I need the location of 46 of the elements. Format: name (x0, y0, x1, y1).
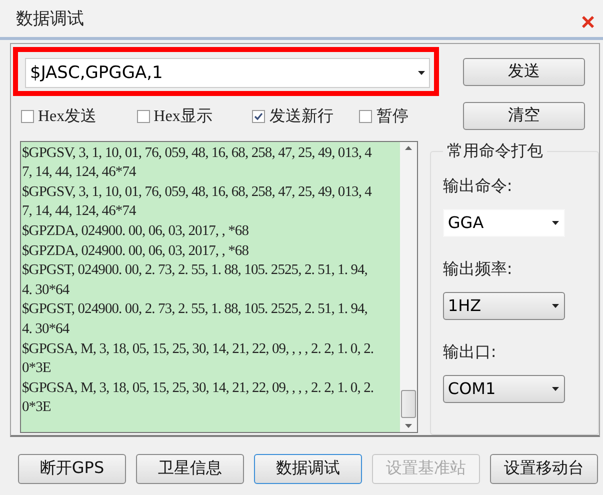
nav-button[interactable]: 断开GPS (18, 454, 126, 484)
field-label: 输出命令: (442, 176, 514, 197)
log-line: $GPGSA, M, 3, 18, 05, 15, 25, 30, 14, 21, 22, 09, , , , 2. 2, 1. 0, 2. (22, 340, 375, 359)
log-line: 0*3E (22, 398, 52, 418)
field-label: 输出频率: (442, 258, 514, 280)
scroll-up-icon[interactable] (404, 146, 412, 150)
nav-button[interactable]: 数据调试 (254, 454, 362, 484)
action-button[interactable]: 清空 (463, 102, 585, 130)
log-line: $GPGST, 024900. 00, 2. 73, 2. 55, 1. 88, 105. 2525, 2. 51, 1. 94, (22, 300, 368, 320)
log-line: 7, 14, 44, 124, 46*74 (22, 163, 137, 182)
nav-button[interactable]: 设置移动台 (490, 454, 598, 484)
option-checkbox[interactable]: Hex显示 (136, 106, 212, 127)
option-checkbox[interactable]: 暂停 (359, 106, 408, 127)
log-line: 0*3E (22, 359, 52, 378)
group-title: 常用命令打包 (446, 140, 544, 162)
log-line: $GPZDA, 024900. 00, 06, 03, 2017, , *68 (22, 242, 250, 261)
log-line: 7, 14, 44, 124, 46*74 (22, 202, 137, 222)
log-line: $GPGST, 024900. 00, 2. 73, 2. 55, 1. 88, 105. 2525, 2. 51, 1. 94, (22, 261, 368, 280)
dropdown-caret-icon (418, 70, 425, 75)
window-title: 数据调试 (16, 8, 84, 30)
dropdown-caret-icon (552, 386, 559, 391)
checkbox[interactable] (252, 110, 266, 123)
checkbox[interactable] (359, 110, 372, 123)
command-combo-field[interactable]: $JASC,GPGGA,1 (25, 58, 430, 88)
close-button[interactable]: × (580, 11, 595, 36)
dropdown[interactable]: COM1 (442, 374, 565, 403)
option-checkbox[interactable]: Hex发送 (21, 106, 97, 127)
log-line: 4. 30*64 (22, 320, 70, 339)
scrollbar[interactable] (400, 142, 417, 432)
log-line: $GPZDA, 024900. 00, 06, 03, 2017, , *68 (22, 222, 250, 241)
scroll-thumb[interactable] (400, 390, 416, 418)
dropdown-caret-icon (552, 220, 559, 225)
action-button[interactable]: 发送 (463, 58, 585, 86)
option-checkbox[interactable]: 发送新行 (252, 106, 334, 127)
nav-button[interactable]: 卫星信息 (136, 454, 244, 484)
log-line: $GPGSV, 3, 1, 10, 01, 76, 059, 48, 16, 68, 258, 47, 25, 49, 013, 4 (22, 182, 373, 202)
log-line: 4. 30*64 (22, 280, 70, 300)
log-line: $GPGSA, M, 3, 18, 05, 15, 25, 30, 14, 21, 22, 09, , , , 2. 2, 1. 0, 2. (22, 378, 375, 398)
dropdown-caret-icon (552, 304, 559, 308)
checkbox[interactable] (21, 110, 34, 123)
field-label: 输出口: (442, 342, 498, 363)
scroll-down-icon[interactable] (404, 424, 412, 428)
checkbox[interactable] (136, 110, 150, 123)
dropdown[interactable]: GGA (442, 208, 565, 237)
dropdown[interactable]: 1HZ (442, 292, 565, 320)
log-line: $GPGSV, 3, 1, 10, 01, 76, 059, 48, 16, 68, 258, 47, 25, 49, 013, 4 (22, 144, 373, 163)
